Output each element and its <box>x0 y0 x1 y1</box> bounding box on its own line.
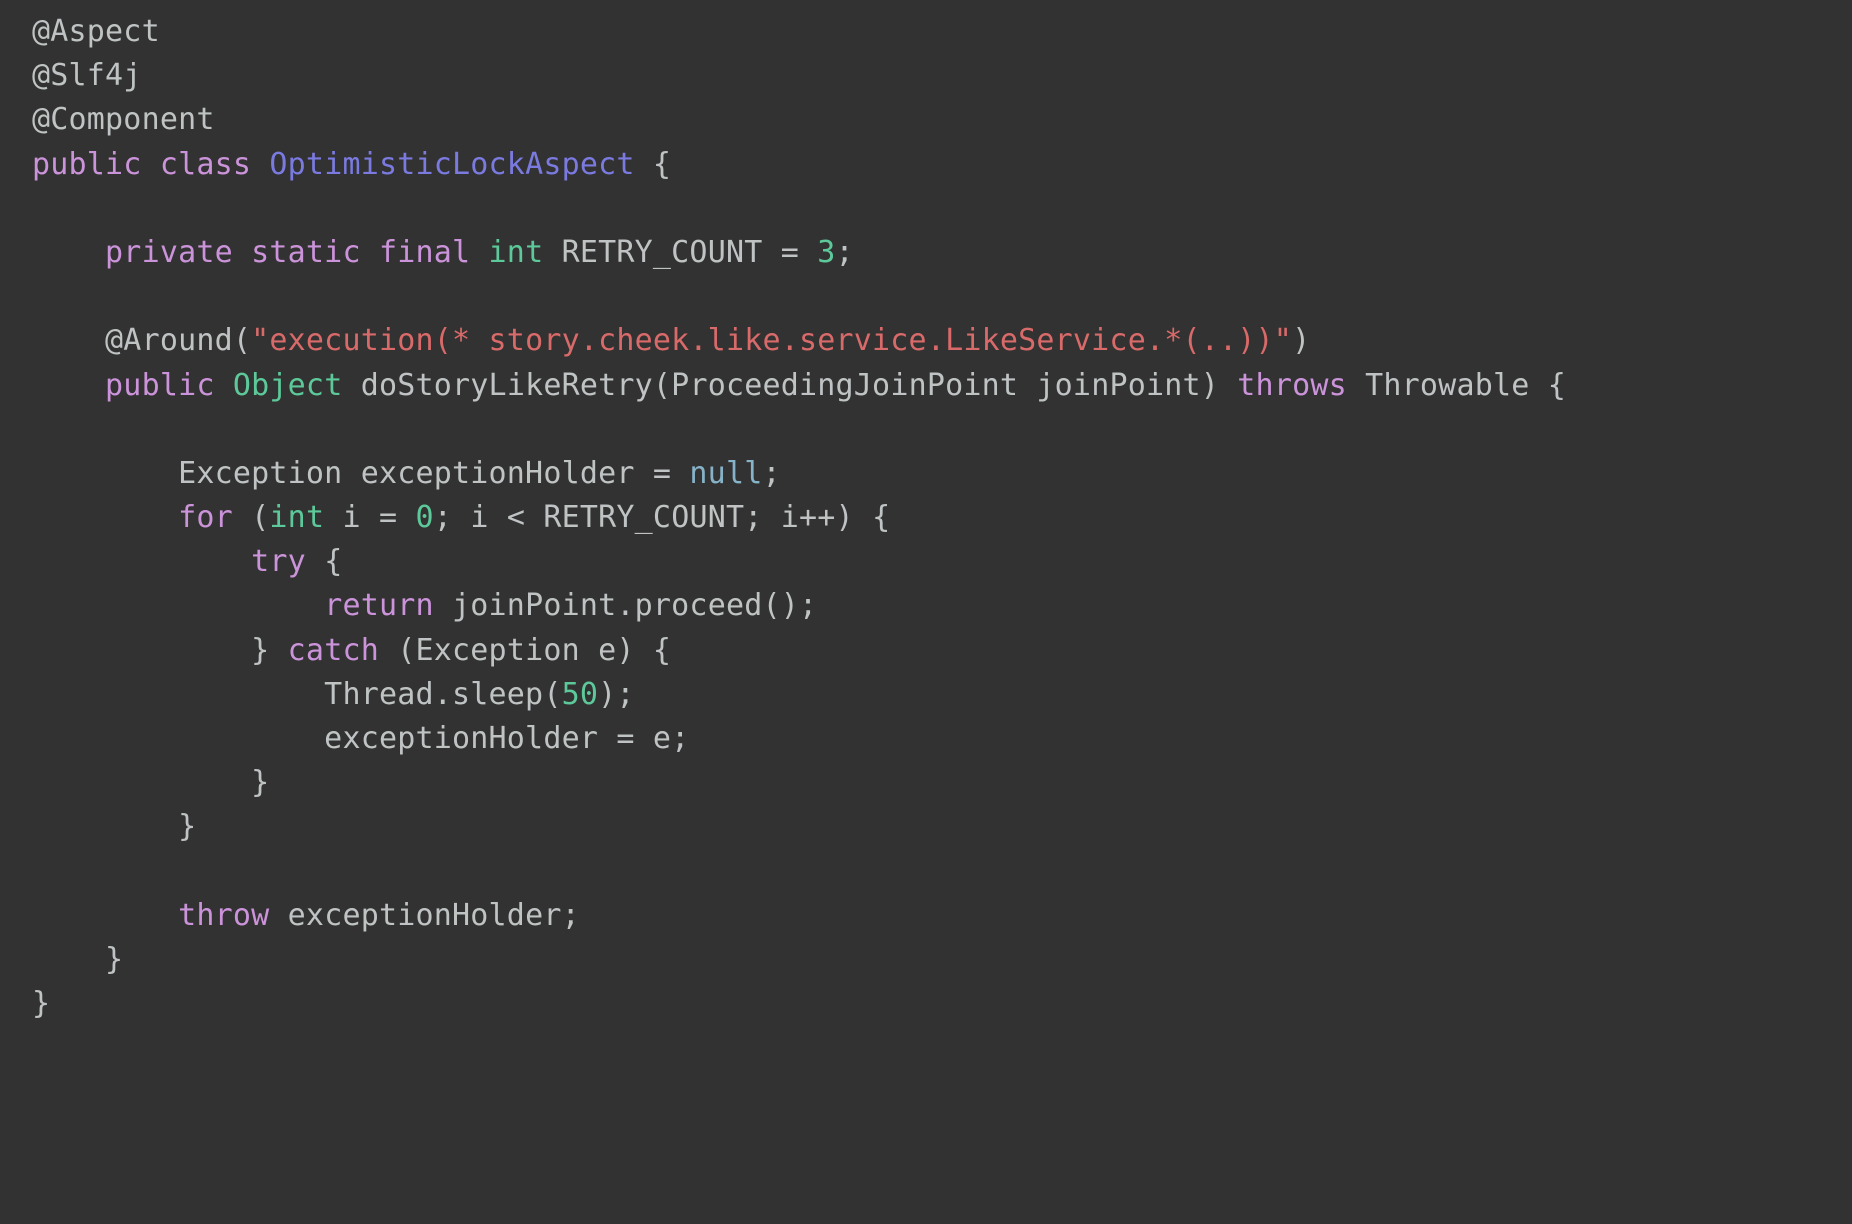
code-token-default: ; i < RETRY_COUNT; i++) { <box>433 500 891 536</box>
code-token-annot: @Around( <box>105 323 252 359</box>
code-token-number: 50 <box>561 676 599 712</box>
code-token-classname: OptimisticLockAspect <box>269 146 635 182</box>
code-token-default <box>32 544 251 579</box>
code-token-default: (Exception e) { <box>378 632 672 668</box>
code-token-null: null <box>689 455 763 491</box>
code-token-default: ); <box>598 676 635 712</box>
code-token-default: exceptionHolder = e; <box>32 721 690 756</box>
code-token-keyword: catch <box>287 632 379 668</box>
code-token-default <box>32 235 105 270</box>
code-token-default: } <box>32 809 197 845</box>
code-token-default: ( <box>232 500 270 536</box>
code-token-default: ; <box>835 234 854 270</box>
code-token-keyword: throw <box>178 897 270 933</box>
code-line[interactable]: } catch (Exception e) { <box>0 629 1852 673</box>
code-token-string: "execution(* story.cheek.like.service.Li… <box>251 323 1293 359</box>
code-lines-container: @Aspect @Slf4j @Component public class Opti… <box>0 10 1852 1026</box>
code-token-default: doStoryLikeRetry(ProceedingJoinPoint joi… <box>342 367 1238 403</box>
code-token-type: int <box>488 234 544 270</box>
code-line[interactable] <box>0 408 1852 452</box>
code-editor[interactable]: @Aspect @Slf4j @Component public class Opti… <box>0 10 1852 1224</box>
code-line[interactable]: } <box>0 805 1852 849</box>
code-token-default: { <box>305 544 343 580</box>
code-token-keyword: try <box>251 544 306 580</box>
code-token-default <box>32 368 105 403</box>
code-line[interactable]: } <box>0 761 1852 805</box>
code-line[interactable]: @Aspect <box>0 10 1852 54</box>
code-token-number: 0 <box>415 500 434 536</box>
code-line[interactable] <box>0 850 1852 894</box>
code-line[interactable]: } <box>0 938 1852 982</box>
code-line[interactable]: Exception exceptionHolder = null; <box>0 452 1852 496</box>
code-token-default: Exception exceptionHolder = <box>32 455 690 491</box>
code-token-keyword: public class <box>32 146 270 182</box>
code-token-type: int <box>269 500 325 536</box>
code-token-default: { <box>634 146 672 182</box>
code-line[interactable]: for (int i = 0; i < RETRY_COUNT; i++) { <box>0 496 1852 540</box>
code-token-keyword: throws <box>1237 367 1347 403</box>
code-line[interactable]: exceptionHolder = e; <box>0 717 1852 761</box>
code-line[interactable]: throw exceptionHolder; <box>0 894 1852 938</box>
code-token-default <box>32 323 105 358</box>
code-line[interactable]: Thread.sleep(50); <box>0 673 1852 717</box>
code-token-default: ; <box>762 455 781 491</box>
code-token-annot: ) <box>1292 323 1311 359</box>
code-line[interactable] <box>0 187 1852 231</box>
code-token-annot: @Slf4j <box>32 58 142 94</box>
code-token-default: joinPoint.proceed(); <box>433 588 818 624</box>
code-token-default <box>32 500 178 535</box>
code-token-keyword: public <box>105 367 233 403</box>
code-line[interactable]: @Component <box>0 98 1852 142</box>
code-line[interactable]: return joinPoint.proceed(); <box>0 584 1852 628</box>
code-token-default <box>32 898 178 933</box>
code-token-default <box>32 588 324 623</box>
code-line[interactable]: @Around("execution(* story.cheek.like.se… <box>0 319 1852 363</box>
code-token-type: Object <box>232 367 343 403</box>
code-line[interactable]: public class OptimisticLockAspect { <box>0 143 1852 187</box>
code-token-number: 3 <box>817 234 836 270</box>
code-token-default: } <box>32 941 124 977</box>
code-token-default: } <box>32 765 270 801</box>
code-token-keyword: private static final <box>105 234 489 270</box>
code-token-default: } <box>32 632 288 668</box>
code-line[interactable]: } <box>0 982 1852 1026</box>
code-line[interactable] <box>0 275 1852 319</box>
code-token-default: Throwable { <box>1346 367 1567 403</box>
code-token-default: Thread.sleep( <box>32 676 562 712</box>
code-token-default: } <box>32 986 51 1022</box>
code-token-default: exceptionHolder; <box>269 897 580 933</box>
code-token-default: RETRY_COUNT = <box>543 234 818 270</box>
code-token-default: i = <box>324 500 416 536</box>
code-line[interactable]: private static final int RETRY_COUNT = 3… <box>0 231 1852 275</box>
code-token-annot: @Aspect <box>32 14 160 49</box>
code-line[interactable]: public Object doStoryLikeRetry(Proceedin… <box>0 364 1852 408</box>
code-token-keyword: for <box>178 500 233 536</box>
code-line[interactable]: try { <box>0 540 1852 584</box>
code-line[interactable]: @Slf4j <box>0 54 1852 98</box>
code-token-annot: @Component <box>32 102 215 138</box>
code-token-keyword: return <box>324 588 434 624</box>
